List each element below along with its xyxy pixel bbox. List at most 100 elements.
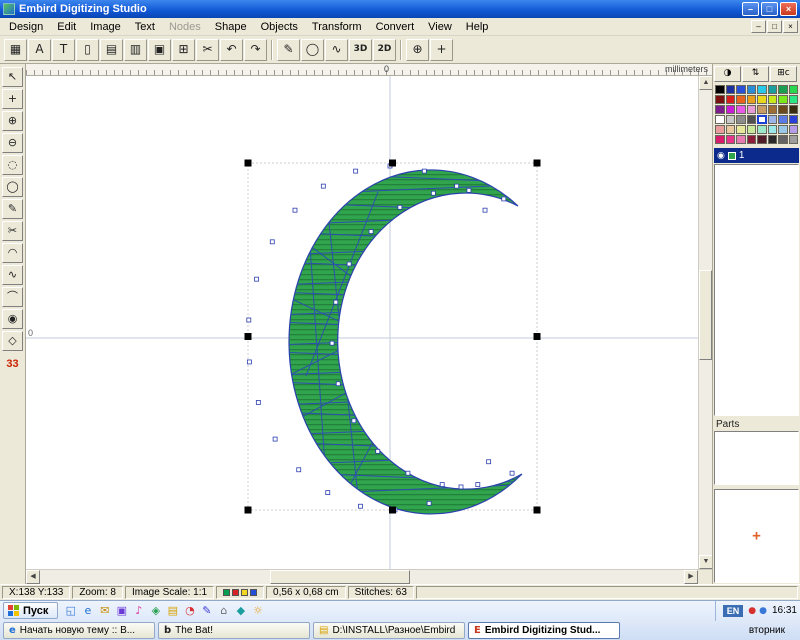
menu-view[interactable]: View: [421, 19, 459, 35]
view-3d-button[interactable]: 3D: [349, 39, 372, 61]
lettering-button[interactable]: A: [28, 39, 51, 61]
palette-color-34[interactable]: [736, 125, 746, 134]
palette-color-42[interactable]: [736, 135, 746, 144]
tray-icon-red[interactable]: ●: [748, 606, 756, 616]
palette-color-28[interactable]: [757, 115, 767, 124]
palette-color-39[interactable]: [789, 125, 799, 134]
zoom-in-tool[interactable]: ⊕: [2, 111, 23, 131]
scroll-down-button[interactable]: ▼: [699, 555, 713, 569]
media-player-icon[interactable]: ♪: [130, 603, 147, 619]
edit-node[interactable]: [354, 169, 358, 173]
save-file-button[interactable]: ▣: [148, 39, 171, 61]
edit-node[interactable]: [334, 300, 338, 304]
app-icon-2[interactable]: ◈: [147, 603, 164, 619]
palette-color-31[interactable]: [789, 115, 799, 124]
palette-color-5[interactable]: [768, 85, 778, 94]
selection-handle[interactable]: [245, 507, 252, 514]
vertical-scrollbar[interactable]: ▲ ▼: [698, 76, 712, 569]
palette-color-3[interactable]: [747, 85, 757, 94]
palette-color-0[interactable]: [715, 85, 725, 94]
thread-catalog-button[interactable]: ◑: [714, 66, 741, 82]
paste-button[interactable]: ⊞: [172, 39, 195, 61]
taskbar-task-3[interactable]: EEmbird Digitizing Stud...: [468, 622, 620, 639]
menu-objects[interactable]: Objects: [254, 19, 305, 35]
home-icon[interactable]: ⌂: [215, 603, 232, 619]
palette-color-9[interactable]: [726, 95, 736, 104]
menu-image[interactable]: Image: [83, 19, 128, 35]
shape-tool[interactable]: ◇: [2, 331, 23, 351]
palette-color-21[interactable]: [768, 105, 778, 114]
edit-node[interactable]: [297, 468, 301, 472]
edit-node[interactable]: [247, 360, 251, 364]
wave-tool[interactable]: ∿: [2, 265, 23, 285]
select-tool[interactable]: ↖: [2, 67, 23, 87]
edit-node[interactable]: [476, 483, 480, 487]
text-tool-button[interactable]: T: [52, 39, 75, 61]
taskbar-task-0[interactable]: eНачать новую тему :: В...: [3, 622, 155, 639]
mdi-minimize-button[interactable]: –: [751, 20, 766, 33]
edit-node[interactable]: [270, 240, 274, 244]
palette-color-2[interactable]: [736, 85, 746, 94]
selection-handle[interactable]: [534, 160, 541, 167]
palette-color-25[interactable]: [726, 115, 736, 124]
visibility-eye-icon[interactable]: ◉: [717, 151, 725, 161]
edit-node[interactable]: [273, 437, 277, 441]
edit-node[interactable]: [293, 208, 297, 212]
edit-node[interactable]: [422, 169, 426, 173]
edit-node[interactable]: [247, 318, 251, 322]
palette-color-17[interactable]: [726, 105, 736, 114]
vertical-scroll-thumb[interactable]: [699, 270, 712, 360]
selection-handle[interactable]: [245, 160, 252, 167]
palette-color-1[interactable]: [726, 85, 736, 94]
edit-node[interactable]: [467, 188, 471, 192]
palette-color-14[interactable]: [778, 95, 788, 104]
edit-node[interactable]: [483, 208, 487, 212]
palette-color-13[interactable]: [768, 95, 778, 104]
palette-color-43[interactable]: [747, 135, 757, 144]
scroll-left-button[interactable]: ◀: [26, 570, 40, 584]
palette-color-22[interactable]: [778, 105, 788, 114]
center-marker-button[interactable]: +: [430, 39, 453, 61]
color-mode-button[interactable]: ⊞c: [770, 66, 797, 82]
menu-design[interactable]: Design: [2, 19, 50, 35]
ellipse-tool[interactable]: ◯: [2, 177, 23, 197]
menu-transform[interactable]: Transform: [305, 19, 369, 35]
knife-tool[interactable]: ✂: [2, 221, 23, 241]
taskbar-task-1[interactable]: bThe Bat!: [158, 622, 310, 639]
vscroll-track[interactable]: [699, 360, 712, 555]
edit-node[interactable]: [406, 471, 410, 475]
palette-color-7[interactable]: [789, 85, 799, 94]
palette-color-33[interactable]: [726, 125, 736, 134]
palette-color-29[interactable]: [768, 115, 778, 124]
zoom-button[interactable]: ⊕: [406, 39, 429, 61]
draw-object-button[interactable]: ✎: [277, 39, 300, 61]
palette-color-20[interactable]: [757, 105, 767, 114]
menu-text[interactable]: Text: [128, 19, 162, 35]
maximize-button[interactable]: □: [761, 2, 778, 16]
edit-node[interactable]: [376, 449, 380, 453]
edit-node[interactable]: [427, 501, 431, 505]
selection-handle[interactable]: [534, 333, 541, 340]
view-2d-button[interactable]: 2D: [373, 39, 396, 61]
palette-color-12[interactable]: [757, 95, 767, 104]
palette-color-18[interactable]: [736, 105, 746, 114]
folder-icon[interactable]: ▤: [164, 603, 181, 619]
edit-node[interactable]: [369, 230, 373, 234]
edit-node[interactable]: [336, 382, 340, 386]
palette-color-4[interactable]: [757, 85, 767, 94]
sort-colors-button[interactable]: ⇅: [742, 66, 769, 82]
app-icon-3[interactable]: ◔: [181, 603, 198, 619]
edit-node[interactable]: [256, 400, 260, 404]
palette-color-27[interactable]: [747, 115, 757, 124]
tray-icon-blue[interactable]: ●: [759, 606, 767, 616]
menu-convert[interactable]: Convert: [369, 19, 422, 35]
start-button[interactable]: Пуск: [3, 602, 58, 619]
edit-node[interactable]: [255, 277, 259, 281]
scroll-right-button[interactable]: ▶: [684, 570, 698, 584]
internet-explorer-icon[interactable]: e: [79, 603, 96, 619]
selection-handle[interactable]: [389, 160, 396, 167]
selection-handle[interactable]: [534, 507, 541, 514]
design-grid-button[interactable]: ▦: [4, 39, 27, 61]
palette-color-11[interactable]: [747, 95, 757, 104]
palette-color-26[interactable]: [736, 115, 746, 124]
